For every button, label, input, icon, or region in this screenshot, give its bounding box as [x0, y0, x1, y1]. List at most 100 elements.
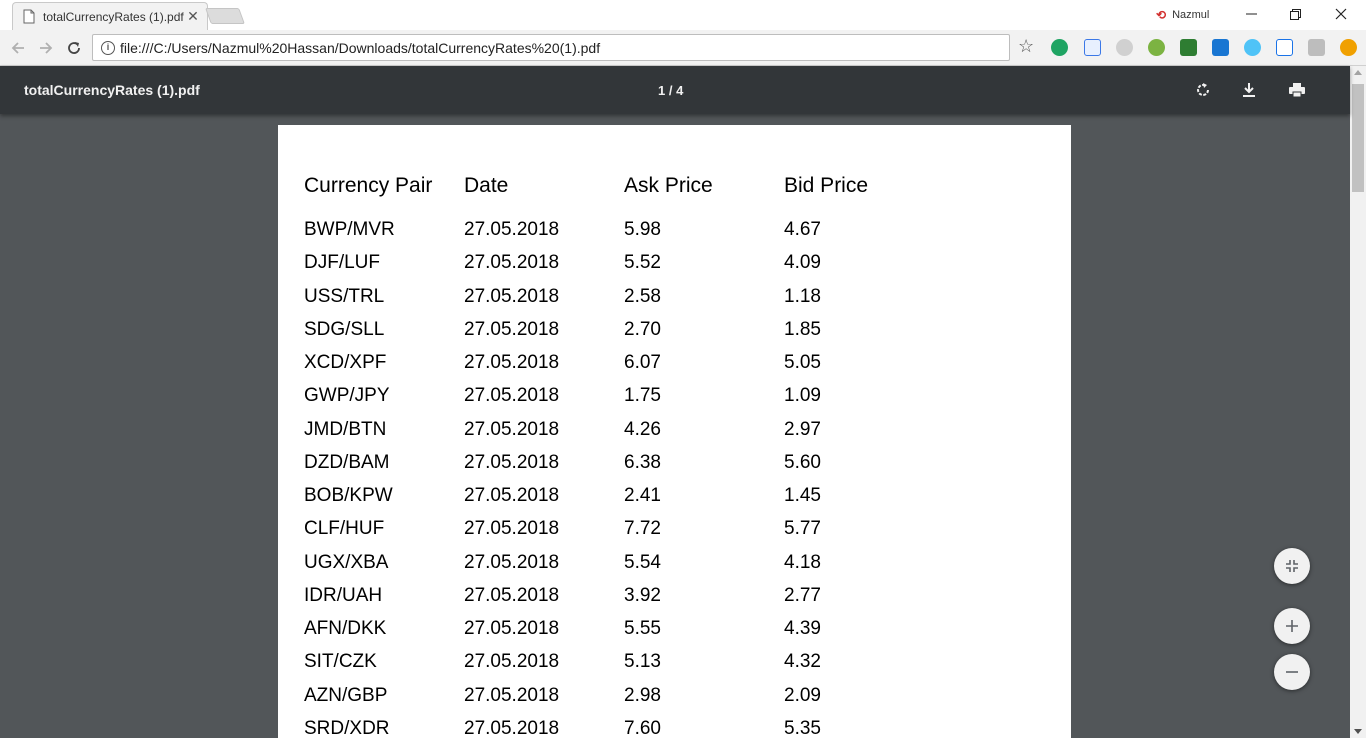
address-bar[interactable]: i file:///C:/Users/Nazmul%20Hassan/Downl… — [92, 34, 1010, 61]
ask-price-cell: 7.72 — [624, 518, 661, 540]
ask-price-cell: 1.75 — [624, 385, 661, 407]
table-row: XCD/XPF 27.05.2018 6.07 5.05 — [304, 352, 1024, 378]
page-indicator[interactable]: 1 / 4 — [658, 83, 683, 98]
tab-strip: totalCurrencyRates (1).pdf ✕ ⟲ Nazmul — [0, 0, 1366, 30]
table-row: SDG/SLL 27.05.2018 2.70 1.85 — [304, 319, 1024, 345]
bid-price-cell: 5.60 — [784, 451, 821, 473]
url-text[interactable]: file:///C:/Users/Nazmul%20Hassan/Downloa… — [120, 40, 600, 56]
bid-price-cell: 4.18 — [784, 551, 821, 573]
bookmark-star-icon[interactable]: ☆ — [1018, 36, 1034, 57]
bid-price-cell: 4.09 — [784, 252, 821, 274]
minimize-button[interactable] — [1228, 0, 1274, 28]
profile-name: Nazmul — [1172, 9, 1210, 21]
currency-pair-cell: DZD/BAM — [304, 451, 390, 473]
currency-pair-cell: UGX/XBA — [304, 551, 389, 573]
info-icon[interactable]: i — [101, 41, 115, 55]
date-cell: 27.05.2018 — [464, 451, 560, 473]
ask-price-cell: 2.98 — [624, 684, 661, 706]
tab-title: totalCurrencyRates (1).pdf — [43, 10, 184, 24]
extension-icon-3[interactable] — [1116, 39, 1133, 56]
profile-button[interactable]: ⟲ Nazmul — [1156, 7, 1209, 23]
extension-icon-4[interactable] — [1148, 39, 1165, 56]
date-cell: 27.05.2018 — [464, 684, 560, 706]
chrome-alert-icon[interactable] — [1340, 39, 1357, 56]
profile-sync-icon: ⟲ — [1156, 8, 1167, 22]
table-row: BOB/KPW 27.05.2018 2.41 1.45 — [304, 485, 1024, 511]
scroll-up-arrow-icon[interactable] — [1354, 70, 1362, 75]
extension-icon-8[interactable] — [1276, 39, 1293, 56]
pdf-page: Currency Pair Date Ask Price Bid Price B… — [278, 125, 1071, 738]
ask-price-cell: 5.54 — [624, 551, 661, 573]
bid-price-cell: 4.67 — [784, 219, 821, 240]
date-cell: 27.05.2018 — [464, 618, 560, 639]
date-cell: 27.05.2018 — [464, 651, 560, 673]
currency-pair-cell: BOB/KPW — [304, 485, 393, 506]
date-cell: 27.05.2018 — [464, 717, 560, 738]
back-button[interactable] — [6, 36, 30, 60]
back-arrow-icon — [11, 42, 24, 54]
bid-price-cell: 5.35 — [784, 717, 821, 738]
scroll-thumb[interactable] — [1352, 84, 1364, 192]
table-row: SRD/XDR 27.05.2018 7.60 5.35 — [304, 718, 1024, 738]
ask-price-cell: 4.26 — [624, 418, 661, 440]
bid-price-cell: 1.45 — [784, 485, 821, 506]
restore-button[interactable] — [1272, 0, 1318, 28]
bid-price-cell: 4.32 — [784, 651, 821, 673]
close-icon — [1335, 8, 1347, 20]
table-row: CLF/HUF 27.05.2018 7.72 5.77 — [304, 518, 1024, 544]
ask-price-cell: 5.98 — [624, 219, 661, 240]
ask-price-cell: 2.58 — [624, 285, 661, 307]
rotate-button[interactable] — [1191, 78, 1215, 102]
fit-page-icon — [1286, 560, 1298, 572]
currency-pair-cell: AFN/DKK — [304, 618, 387, 639]
table-row: DJF/LUF 27.05.2018 5.52 4.09 — [304, 252, 1024, 278]
ask-price-cell: 6.07 — [624, 352, 661, 373]
ask-price-cell: 5.13 — [624, 651, 661, 673]
date-cell: 27.05.2018 — [464, 252, 560, 274]
date-cell: 27.05.2018 — [464, 485, 560, 506]
fit-to-page-button[interactable] — [1274, 548, 1310, 584]
grammarly-extension-icon[interactable] — [1051, 39, 1068, 56]
download-button[interactable] — [1237, 78, 1261, 102]
table-row: AZN/GBP 27.05.2018 2.98 2.09 — [304, 685, 1024, 711]
new-tab-button[interactable] — [205, 8, 245, 24]
ask-price-cell: 3.92 — [624, 584, 661, 606]
bid-price-cell: 2.97 — [784, 418, 821, 440]
currency-pair-cell: SDG/SLL — [304, 318, 385, 340]
restore-icon — [1289, 8, 1301, 20]
bid-price-cell: 1.18 — [784, 285, 821, 307]
date-cell: 27.05.2018 — [464, 285, 560, 307]
zoom-in-button[interactable] — [1274, 608, 1310, 644]
vertical-scrollbar[interactable] — [1350, 66, 1366, 738]
date-cell: 27.05.2018 — [464, 518, 560, 540]
extension-icon-7[interactable] — [1244, 39, 1261, 56]
date-cell: 27.05.2018 — [464, 418, 560, 440]
zoom-out-button[interactable] — [1274, 654, 1310, 690]
close-window-button[interactable] — [1318, 0, 1364, 28]
reload-button[interactable] — [62, 36, 86, 60]
scroll-down-arrow-icon[interactable] — [1354, 729, 1362, 734]
screenshot-extension-icon[interactable] — [1084, 39, 1101, 56]
minus-icon — [1286, 671, 1298, 673]
table-row: JMD/BTN 27.05.2018 4.26 2.97 — [304, 419, 1024, 445]
currency-pair-cell: BWP/MVR — [304, 219, 395, 240]
tab-active[interactable]: totalCurrencyRates (1).pdf ✕ — [12, 2, 208, 30]
extension-icon-6[interactable] — [1212, 39, 1229, 56]
plus-icon — [1286, 620, 1298, 632]
close-tab-icon[interactable]: ✕ — [185, 8, 201, 24]
ask-price-cell: 2.41 — [624, 485, 661, 506]
bid-price-cell: 5.77 — [784, 518, 821, 540]
print-button[interactable] — [1285, 78, 1309, 102]
currency-pair-cell: XCD/XPF — [304, 352, 387, 373]
extension-icon-5[interactable] — [1180, 39, 1197, 56]
minimize-icon — [1245, 13, 1257, 15]
pdf-viewer-toolbar: totalCurrencyRates (1).pdf 1 / 4 — [0, 66, 1350, 114]
extension-icon-9[interactable] — [1308, 39, 1325, 56]
ask-price-cell: 7.60 — [624, 717, 661, 738]
bid-price-cell: 2.09 — [784, 684, 821, 706]
rotate-icon — [1197, 83, 1209, 96]
forward-button[interactable] — [34, 36, 58, 60]
date-cell: 27.05.2018 — [464, 352, 560, 373]
column-header: Ask Price — [624, 174, 713, 197]
date-cell: 27.05.2018 — [464, 551, 560, 573]
